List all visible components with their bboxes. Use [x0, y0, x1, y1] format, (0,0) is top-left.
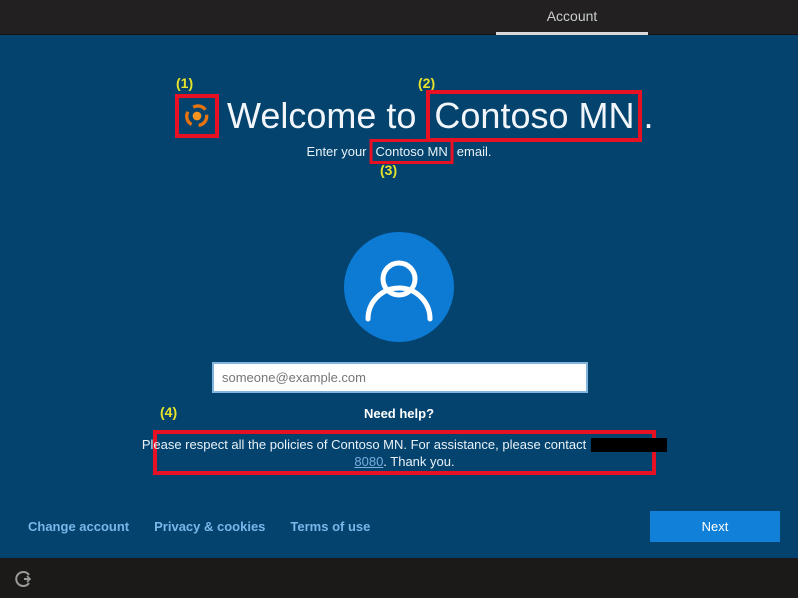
- subtitle-row: Enter your Contoso MN email.: [306, 139, 492, 164]
- tab-account[interactable]: Account: [496, 0, 648, 35]
- annotation-box-1: [175, 94, 219, 138]
- tab-account-label: Account: [546, 8, 598, 24]
- annotation-box-3: Contoso MN: [369, 139, 454, 164]
- next-button[interactable]: Next: [650, 511, 780, 542]
- user-avatar: [344, 232, 454, 342]
- welcome-title-org-name: Contoso MN: [434, 95, 635, 136]
- annotation-label-3: (3): [380, 162, 398, 178]
- notice-text-2: . Thank you.: [383, 453, 455, 469]
- need-help-label: Need help?: [363, 406, 435, 421]
- annotation-box-4: Please respect all the policies of Conto…: [142, 430, 668, 475]
- user-avatar-icon: [365, 260, 433, 322]
- change-account-link[interactable]: Change account: [28, 519, 129, 534]
- footer-links: Change account Privacy & cookies Terms o…: [28, 519, 370, 534]
- email-input[interactable]: [212, 362, 588, 393]
- contoso-swirl-logo-icon: [185, 104, 209, 127]
- welcome-title-period: .: [643, 95, 654, 136]
- bottom-bar: [0, 558, 798, 598]
- top-bar: Account: [0, 0, 798, 35]
- notice-phone-link[interactable]: 8080: [354, 454, 383, 469]
- subtitle-suffix: email.: [456, 144, 492, 159]
- subtitle-org-name: Contoso MN: [375, 144, 448, 159]
- oobe-account-screen: { "topbar": { "tab_label": "Account" }, …: [0, 0, 798, 598]
- next-button-label: Next: [701, 519, 729, 534]
- annotation-box-2: Contoso MN: [426, 90, 643, 142]
- welcome-title-row: Welcome to Contoso MN .: [175, 90, 654, 142]
- welcome-title-prefix: Welcome to: [227, 95, 417, 136]
- annotation-label-2: (2): [418, 75, 436, 91]
- privacy-cookies-link[interactable]: Privacy & cookies: [154, 519, 265, 534]
- subtitle-prefix: Enter your: [306, 144, 367, 159]
- need-help-link[interactable]: Need help?: [0, 406, 798, 421]
- notice-line-1: Please respect all the policies of Conto…: [141, 436, 668, 453]
- annotation-label-1: (1): [176, 75, 194, 91]
- ease-of-access-icon[interactable]: [13, 569, 33, 589]
- terms-of-use-link[interactable]: Terms of use: [290, 519, 370, 534]
- notice-line-2: 8080. Thank you.: [354, 453, 454, 470]
- notice-text-1: Please respect all the policies of Conto…: [141, 436, 587, 452]
- redacted-contact-info: [591, 438, 668, 453]
